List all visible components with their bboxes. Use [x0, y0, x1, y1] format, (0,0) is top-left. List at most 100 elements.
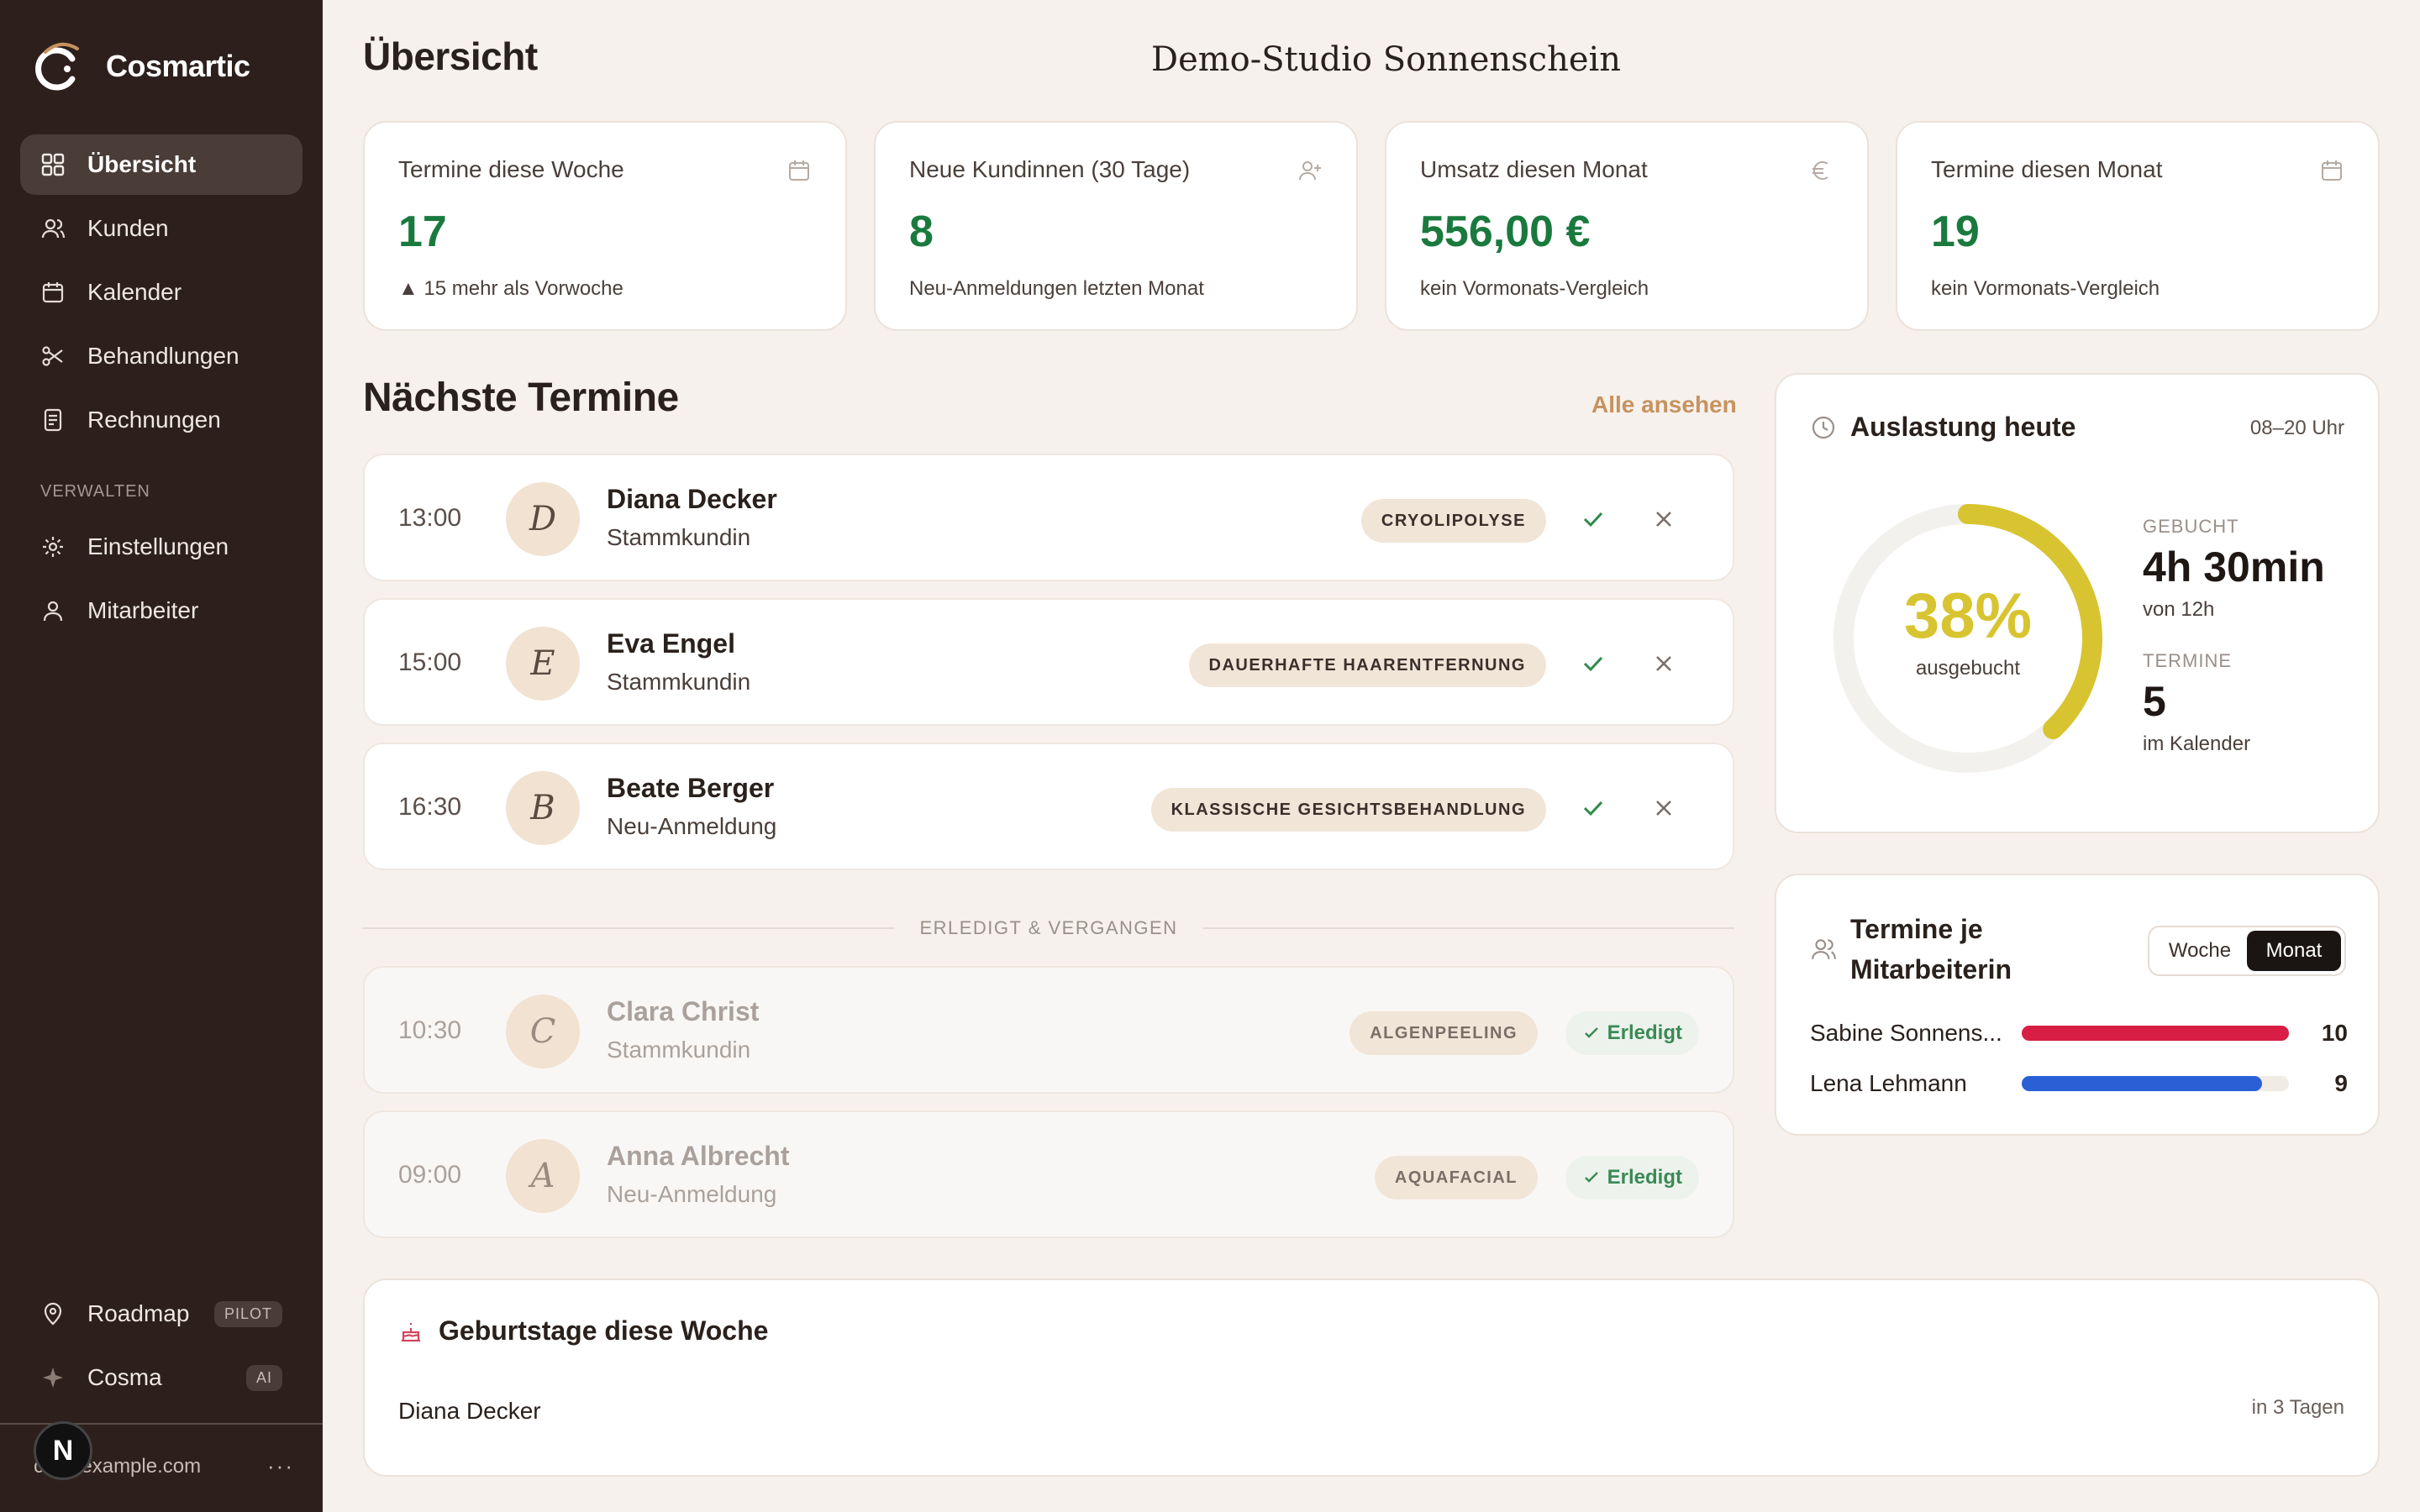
nav-label: Cosma: [87, 1364, 162, 1390]
client-status: Neu-Anmeldung: [607, 1181, 777, 1207]
nav-item-roadmap[interactable]: Roadmap PILOT: [20, 1284, 302, 1344]
n-badge[interactable]: N: [34, 1421, 92, 1480]
nav-item-einstellungen[interactable]: Einstellungen: [20, 517, 302, 577]
stat-card-termine-woche: Termine diese Woche 17 ▲ 15 mehr als Vor…: [363, 121, 847, 331]
birthday-when: in 3 Tagen: [2251, 1396, 2344, 1419]
appointment-time: 13:00: [398, 504, 462, 532]
birthdays-title: Geburtstage diese Woche: [439, 1315, 769, 1346]
appointment-row[interactable]: 13:00 D Diana Decker Stammkundin CRYOLIP…: [363, 454, 1734, 581]
close-icon[interactable]: [1647, 647, 1681, 680]
appointments-label: TERMINE: [2143, 650, 2232, 671]
client-status: Stammkundin: [607, 524, 751, 550]
user-icon: [43, 601, 63, 622]
appointment-time: 09:00: [398, 1161, 462, 1189]
done-label: Erledigt: [1607, 1166, 1682, 1189]
staff-header: Termine je Mitarbeiterin: [1810, 909, 2012, 990]
more-icon[interactable]: ···: [267, 1453, 294, 1479]
staff-card: Termine je Mitarbeiterin Woche Monat Sab…: [1775, 874, 2380, 1136]
treatment-tag: ALGENPEELING: [1349, 1011, 1538, 1055]
cosmartic-logo-icon: [35, 42, 79, 91]
stat-label: Umsatz diesen Monat: [1420, 156, 1648, 182]
appointment-row-done[interactable]: 10:30 C Clara Christ Stammkundin ALGENPE…: [363, 966, 1734, 1094]
staff-title-line1: Termine je: [1850, 914, 1983, 944]
check-icon[interactable]: [1576, 647, 1610, 680]
nav-label: Einstellungen: [87, 533, 229, 559]
appointment-row-done[interactable]: 09:00 A Anna Albrecht Neu-Anmeldung AQUA…: [363, 1110, 1734, 1238]
utilization-sub: ausgebucht: [1915, 657, 2021, 680]
stat-value: 8: [909, 207, 934, 256]
ai-badge: AI: [245, 1364, 282, 1391]
nav-item-rechnungen[interactable]: Rechnungen: [20, 390, 302, 450]
avatar: D: [506, 482, 580, 556]
see-all-link[interactable]: Alle ansehen: [1591, 391, 1737, 418]
appointment-time: 15:00: [398, 648, 462, 676]
gear-icon: [43, 537, 63, 557]
check-icon: [1584, 1027, 1598, 1038]
treatment-tag: CRYOLIPOLYSE: [1360, 499, 1546, 543]
check-icon[interactable]: [1576, 791, 1610, 825]
studio-name: Demo-Studio Sonnenschein: [1151, 40, 1622, 79]
staff-title: Termine je Mitarbeiterin: [1850, 909, 2012, 990]
appointment-row[interactable]: 16:30 B Beate Berger Neu-Anmeldung KLASS…: [363, 743, 1734, 870]
toggle-month[interactable]: Monat: [2247, 931, 2341, 971]
nav-label: Roadmap: [87, 1300, 190, 1326]
birthday-name[interactable]: Diana Decker: [398, 1398, 541, 1425]
nav-item-cosma[interactable]: Cosma AI: [20, 1347, 302, 1408]
stat-value: 19: [1931, 207, 1980, 256]
staff-name: Lena Lehmann: [1810, 1070, 1967, 1096]
stat-card-neue-kundinnen: Neue Kundinnen (30 Tage) 8 Neu-Anmeldung…: [874, 121, 1358, 331]
sidebar: Cosmartic Übersicht Kunden Kalender Beha…: [0, 0, 323, 1512]
bar-fill: [2022, 1076, 2263, 1091]
client-name: Beate Berger: [607, 773, 775, 803]
close-icon[interactable]: [1647, 502, 1681, 536]
brand[interactable]: Cosmartic: [34, 37, 250, 96]
bar-track: [2022, 1076, 2289, 1091]
check-icon[interactable]: [1576, 502, 1610, 536]
nav-label: Kunden: [87, 215, 169, 241]
stat-sub: ▲ 15 mehr als Vorwoche: [398, 277, 623, 300]
client-name: Anna Albrecht: [607, 1141, 790, 1171]
close-icon[interactable]: [1647, 791, 1681, 825]
treatment-tag: DAUERHAFTE HAARENTFERNUNG: [1188, 643, 1546, 687]
utilization-title: Auslastung heute: [1850, 412, 2076, 442]
done-label: Erledigt: [1607, 1021, 1682, 1044]
booked-value: 4h 30min: [2143, 543, 2325, 591]
stat-sub: kein Vormonats-Vergleich: [1931, 277, 2160, 300]
toggle-week[interactable]: Woche: [2153, 931, 2247, 971]
euro-icon: [1812, 161, 1828, 180]
period-toggle[interactable]: Woche Monat: [2148, 926, 2346, 976]
avatar: B: [506, 771, 580, 845]
client-name: Diana Decker: [607, 484, 777, 514]
appointment-row[interactable]: 15:00 E Eva Engel Stammkundin DAUERHAFTE…: [363, 598, 1734, 726]
nav-item-uebersicht[interactable]: Übersicht: [20, 134, 302, 195]
users-icon: [1812, 939, 1836, 959]
stat-card-termine-monat: Termine diesen Monat 19 kein Vormonats-V…: [1896, 121, 2380, 331]
bar-fill: [2022, 1026, 2289, 1041]
nav-item-kunden[interactable]: Kunden: [20, 198, 302, 259]
client-name: Clara Christ: [607, 996, 760, 1026]
sparkle-icon: [43, 1368, 63, 1388]
past-divider: ERLEDIGT & VERGANGEN: [363, 916, 1734, 941]
appointment-time: 16:30: [398, 793, 462, 821]
stat-value: 556,00 €: [1420, 207, 1591, 256]
nav-item-mitarbeiter[interactable]: Mitarbeiter: [20, 580, 302, 641]
scissors-icon: [42, 346, 63, 366]
stat-sub: Neu-Anmeldungen letzten Monat: [909, 277, 1204, 300]
calendar-icon: [42, 282, 64, 303]
booked-sub: von 12h: [2143, 598, 2215, 621]
map-pin-icon: [44, 1302, 62, 1326]
nav-item-kalender[interactable]: Kalender: [20, 262, 302, 323]
stat-label: Neue Kundinnen (30 Tage): [909, 156, 1191, 182]
calendar-icon: [2322, 160, 2342, 181]
stat-card-umsatz: Umsatz diesen Monat 556,00 € kein Vormon…: [1385, 121, 1869, 331]
page-title: Übersicht: [363, 34, 538, 78]
nav-label: Kalender: [87, 279, 182, 305]
stat-label: Termine diesen Monat: [1931, 156, 2163, 182]
nav-label: Mitarbeiter: [87, 597, 199, 623]
utilization-percent: 38%: [1903, 580, 2033, 652]
cake-icon: [402, 1322, 420, 1341]
nav-label: Rechnungen: [87, 407, 221, 433]
nav-item-behandlungen[interactable]: Behandlungen: [20, 326, 302, 386]
booked-label: GEBUCHT: [2143, 516, 2239, 537]
client-status: Stammkundin: [607, 669, 751, 695]
